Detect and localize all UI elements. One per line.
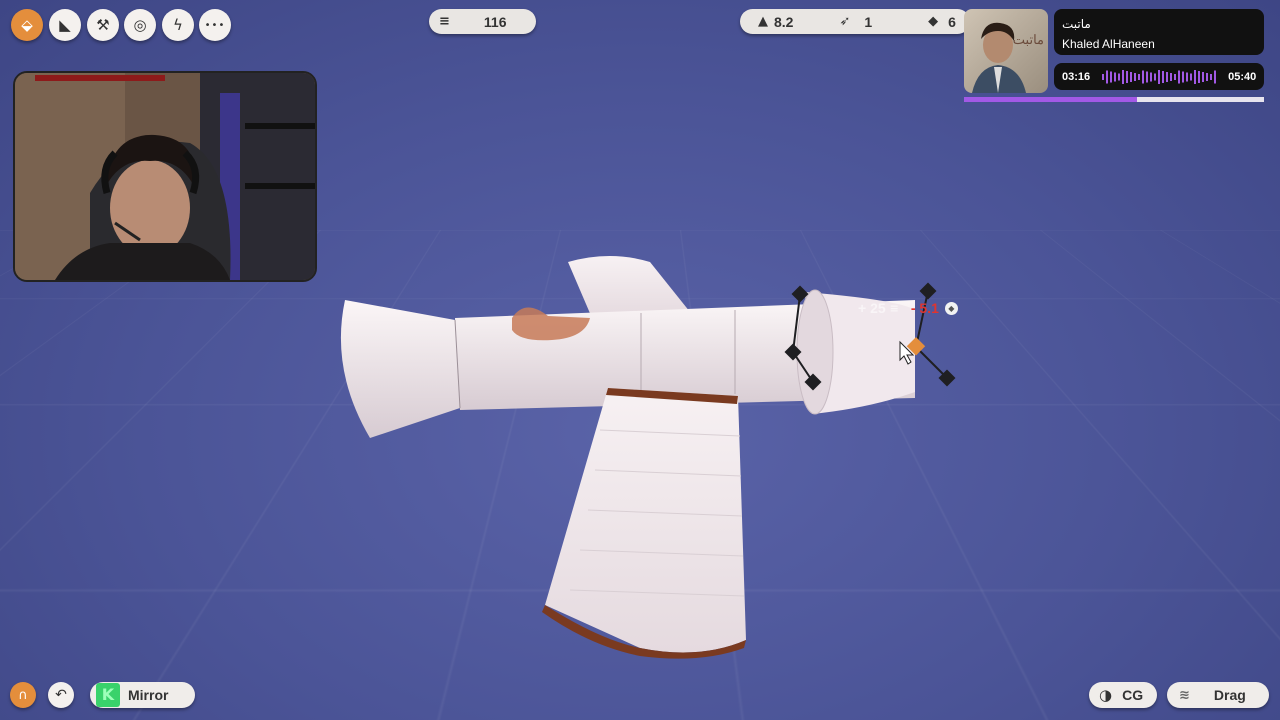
main-wing[interactable] <box>545 388 746 653</box>
drag-button[interactable]: ≋ Drag <box>1167 682 1269 708</box>
mirror-icon: K <box>96 683 120 707</box>
cg-label: CG <box>1122 687 1144 703</box>
wind-icon: ≋ <box>1179 687 1190 703</box>
cg-button[interactable]: ◑ CG <box>1089 682 1157 708</box>
magnet-icon: ∩ <box>18 687 28 703</box>
part-delta-overlay: + 25 ≡ - 5.1 ◆ <box>858 300 958 316</box>
top-wing[interactable] <box>568 256 690 318</box>
magnet-button[interactable]: ∩ <box>10 682 36 708</box>
airplane-model[interactable] <box>0 0 1280 720</box>
undo-icon: ↶ <box>55 687 67 703</box>
parts-delta-icon: ◆ <box>944 301 958 315</box>
cg-icon: ◑ <box>1099 686 1113 704</box>
mass-delta: - 5.1 <box>910 300 939 316</box>
mirror-label: Mirror <box>128 687 169 703</box>
mirror-button[interactable]: K Mirror <box>90 682 195 708</box>
cost-delta: + 25 <box>858 300 886 316</box>
drag-label: Drag <box>1213 687 1246 703</box>
undo-button[interactable]: ↶ <box>48 682 74 708</box>
nose-cone[interactable] <box>340 300 460 438</box>
coins-delta-icon: ≡ <box>889 301 899 315</box>
